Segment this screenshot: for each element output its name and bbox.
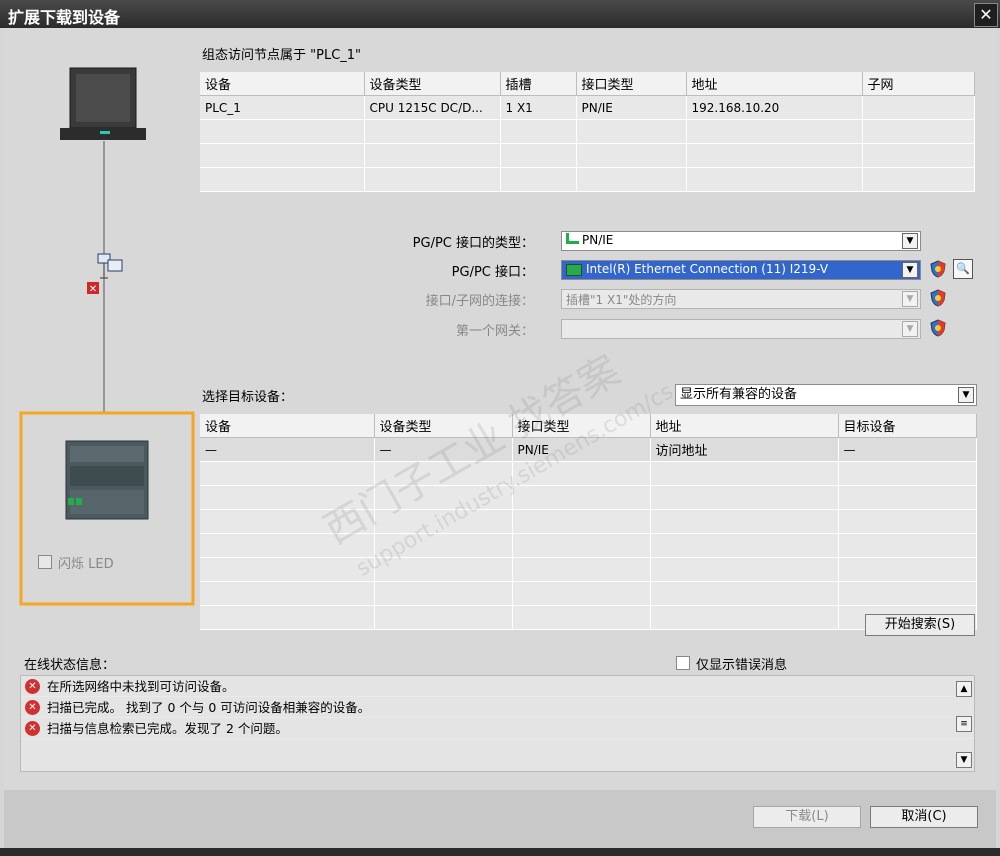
- flash-led-checkbox[interactable]: [38, 555, 52, 569]
- diagnostics-search-icon[interactable]: 🔍: [953, 259, 973, 279]
- pgpc-interface-select[interactable]: Intel(R) Ethernet Connection (11) I219-V: [561, 260, 921, 280]
- table-row: [200, 605, 977, 630]
- col-address[interactable]: 地址: [686, 72, 863, 96]
- pgpc-type-select[interactable]: PN/IE: [561, 231, 921, 251]
- laptop-icon: [60, 67, 146, 140]
- flash-led-label: 闪烁 LED: [58, 557, 114, 572]
- list-item[interactable]: ✕ 扫描与信息检索已完成。发现了 2 个问题。: [21, 718, 974, 739]
- disconnected-icon: ✕: [87, 282, 99, 295]
- target-filter-select[interactable]: 显示所有兼容的设备: [675, 384, 977, 406]
- subnet-connection-select: 插槽"1 X1"处的方向: [561, 289, 921, 309]
- table-row: [200, 143, 975, 168]
- errors-only-label: 仅显示错误消息: [696, 658, 788, 673]
- gateway-label: 第一个网关：: [455, 324, 534, 339]
- properties-shield-icon[interactable]: [930, 319, 946, 337]
- scrollbar-thumb[interactable]: ≡: [956, 716, 972, 732]
- scroll-up-button[interactable]: ▲: [956, 681, 972, 697]
- error-icon: ✕: [25, 721, 40, 736]
- table-row[interactable]: PLC_1 CPU 1215C DC/D... 1 X1 PN/IE 192.1…: [200, 95, 975, 120]
- col-subnet[interactable]: 子网: [862, 72, 975, 96]
- target-heading: 选择目标设备：: [202, 390, 294, 405]
- subnet-connection-label: 接口/子网的连接：: [425, 294, 534, 309]
- col-device-type[interactable]: 设备类型: [364, 72, 501, 96]
- table-row: [200, 581, 977, 606]
- network-card-icon: [566, 263, 582, 276]
- topology-diagram: ✕: [19, 67, 195, 606]
- properties-shield-icon[interactable]: [930, 289, 946, 307]
- error-icon: ✕: [25, 700, 40, 715]
- list-item[interactable]: ✕ 扫描已完成。 找到了 0 个与 0 可访问设备相兼容的设备。: [21, 697, 974, 718]
- errors-only-checkbox[interactable]: [676, 656, 690, 670]
- configured-heading: 组态访问节点属于 "PLC_1": [202, 48, 362, 63]
- table-row: [200, 533, 977, 558]
- list-item[interactable]: ✕ 在所选网络中未找到可访问设备。: [21, 676, 974, 697]
- pgpc-interface-label: PG/PC 接口：: [451, 265, 534, 280]
- pgpc-type-label: PG/PC 接口的类型：: [412, 236, 534, 251]
- title-bar: 扩展下载到设备 ✕: [0, 0, 1000, 28]
- error-icon: ✕: [25, 679, 40, 694]
- col-address[interactable]: 地址: [650, 414, 839, 438]
- window-title: 扩展下载到设备: [8, 8, 121, 27]
- cancel-button[interactable]: 取消(C): [870, 806, 978, 828]
- col-device[interactable]: 设备: [200, 72, 365, 96]
- window-bottom-border: [0, 848, 1000, 856]
- chevron-down-icon[interactable]: ▼: [902, 233, 918, 249]
- ethernet-icon: [566, 233, 579, 244]
- col-device[interactable]: 设备: [200, 414, 375, 438]
- chevron-down-icon[interactable]: ▼: [958, 387, 974, 403]
- status-message-list: ✕ 在所选网络中未找到可访问设备。 ✕ 扫描已完成。 找到了 0 个与 0 可访问设…: [20, 675, 975, 772]
- col-interface-type[interactable]: 接口类型: [576, 72, 687, 96]
- chevron-down-icon: ▼: [902, 321, 918, 337]
- chevron-down-icon: ▼: [902, 291, 918, 307]
- chevron-down-icon[interactable]: ▼: [902, 262, 918, 278]
- plc-icon: [65, 440, 149, 520]
- dialog-body: ✕ 闪烁 LED 组态访问节点属于 "PLC_1" 设备 设备类型 插槽 接口类…: [4, 28, 996, 848]
- configured-table: 设备 设备类型 插槽 接口类型 地址 子网 PLC_1 CPU 1215C DC…: [200, 72, 975, 192]
- properties-shield-icon[interactable]: [930, 260, 946, 278]
- scroll-down-button[interactable]: ▼: [956, 752, 972, 768]
- col-slot[interactable]: 插槽: [500, 72, 577, 96]
- table-row: [200, 557, 977, 582]
- table-row: [200, 119, 975, 144]
- svg-text:✕: ✕: [89, 284, 97, 295]
- col-target-device[interactable]: 目标设备: [838, 414, 977, 438]
- gateway-select: [561, 319, 921, 339]
- status-heading: 在线状态信息：: [24, 658, 116, 673]
- close-button[interactable]: ✕: [974, 3, 998, 27]
- start-search-button[interactable]: 开始搜索(S): [865, 614, 975, 636]
- table-row: [200, 167, 975, 192]
- table-row: [200, 461, 977, 486]
- download-button[interactable]: 下载(L): [753, 806, 861, 828]
